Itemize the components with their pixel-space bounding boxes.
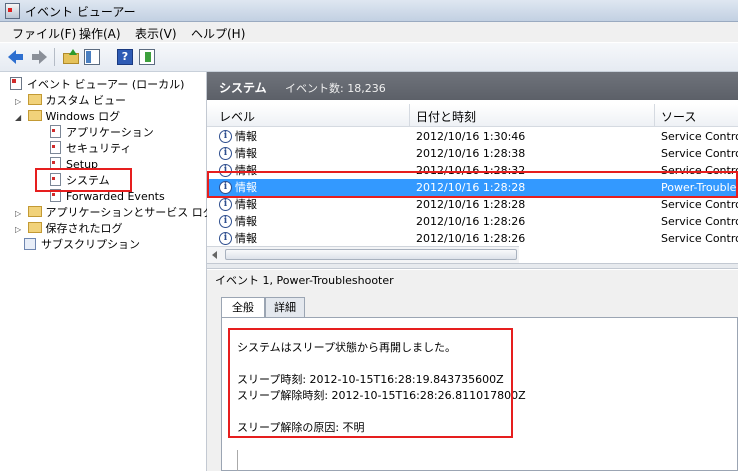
tree-item-app-service-logs[interactable]: ▷ アプリケーションとサービス ログ: [15, 205, 214, 221]
log-icon: [50, 125, 61, 138]
log-header-bar: システム イベント数: 18,236: [207, 72, 738, 100]
console-tree: イベント ビューアー (ローカル) ▷ カスタム ビュー ◢ Windows ロ…: [0, 72, 214, 471]
cell-source: Service Control: [661, 198, 738, 211]
table-row[interactable]: i 情報 2012/10/16 1:30:46 Service Control: [207, 128, 738, 145]
menu-file[interactable]: ファイル(F): [12, 25, 76, 42]
horizontal-scrollbar[interactable]: [207, 246, 519, 263]
annotation-highlight-system: [35, 168, 132, 192]
tree-label: サブスクリプション: [41, 238, 140, 251]
tree-label: アプリケーションとサービス ログ: [45, 206, 214, 219]
annotation-highlight-message: [228, 328, 513, 438]
info-icon: i: [219, 215, 232, 228]
window-title: イベント ビューアー: [25, 5, 136, 19]
show-hide-console-tree-button[interactable]: [84, 49, 100, 65]
table-row[interactable]: i 情報 2012/10/16 1:28:28 Service Control: [207, 196, 738, 213]
up-folder-button[interactable]: [63, 49, 79, 65]
table-row[interactable]: i 情報 2012/10/16 1:28:38 Service Control: [207, 145, 738, 162]
expand-icon[interactable]: ▷: [15, 206, 24, 222]
table-row[interactable]: i 情報 2012/10/16 1:28:26 Service Control: [207, 230, 738, 247]
cell-level: 情報: [235, 130, 257, 143]
column-header-level[interactable]: レベル: [219, 108, 255, 125]
cell-source: Service Control: [661, 215, 738, 228]
table-row[interactable]: i 情報 2012/10/16 1:28:26 Service Control: [207, 213, 738, 230]
cell-level: 情報: [235, 232, 257, 245]
event-detail-pane: イベント 1, Power-Troubleshooter 全般 詳細 システムは…: [207, 270, 738, 471]
tree-item-custom-views[interactable]: ▷ カスタム ビュー: [15, 93, 126, 109]
event-viewer-window: イベント ビューアー ファイル(F) 操作(A) 表示(V) ヘルプ(H) ? …: [0, 0, 738, 471]
toolbar-separator: [54, 48, 55, 66]
event-viewer-icon: [10, 77, 22, 90]
info-icon: i: [219, 130, 232, 143]
folder-icon: [27, 94, 42, 105]
tab-details[interactable]: 詳細: [265, 297, 305, 317]
subscription-icon: [24, 238, 36, 250]
tree-item-root[interactable]: イベント ビューアー (ローカル): [10, 77, 184, 93]
cell-level: 情報: [235, 147, 257, 160]
menu-bar: ファイル(F) 操作(A) 表示(V) ヘルプ(H): [0, 22, 738, 42]
cell-datetime: 2012/10/16 1:28:26: [416, 232, 526, 245]
column-header-source[interactable]: ソース: [661, 108, 696, 125]
column-header-datetime[interactable]: 日付と時刻: [416, 108, 476, 125]
expand-icon[interactable]: ▷: [15, 222, 24, 238]
event-count: イベント数: 18,236: [285, 82, 386, 95]
pane-splitter[interactable]: [207, 263, 738, 269]
cell-level: 情報: [235, 215, 257, 228]
show-hide-action-pane-button[interactable]: [139, 49, 155, 65]
tree-item-security[interactable]: セキュリティ: [50, 141, 131, 157]
menu-help[interactable]: ヘルプ(H): [191, 25, 245, 42]
cell-source: Service Control: [661, 232, 738, 245]
log-icon: [50, 141, 61, 154]
column-divider[interactable]: [409, 104, 410, 126]
cell-datetime: 2012/10/16 1:30:46: [416, 130, 526, 143]
cell-level: 情報: [235, 198, 257, 211]
folder-icon: [27, 206, 42, 217]
event-detail-header: イベント 1, Power-Troubleshooter: [215, 274, 394, 287]
expand-icon[interactable]: ▷: [15, 94, 24, 110]
info-icon: i: [219, 198, 232, 211]
annotation-highlight-selected-row: [207, 171, 738, 198]
cell-datetime: 2012/10/16 1:28:38: [416, 147, 526, 160]
panel-inner-border: [237, 450, 238, 471]
help-button[interactable]: ?: [117, 49, 133, 65]
help-icon: ?: [117, 49, 133, 65]
tree-label: イベント ビューアー (ローカル): [27, 78, 185, 91]
tree-label: アプリケーション: [66, 126, 154, 139]
back-button[interactable]: [8, 49, 24, 65]
toolbar: ?: [0, 43, 738, 72]
menu-view[interactable]: 表示(V): [135, 25, 177, 42]
scrollbar-thumb[interactable]: [225, 249, 517, 260]
tree-label: セキュリティ: [66, 142, 132, 155]
folder-icon: [27, 110, 42, 121]
cell-source: Service Control: [661, 147, 738, 160]
column-divider[interactable]: [654, 104, 655, 126]
event-viewer-app-icon: [5, 3, 20, 19]
event-list-header: レベル 日付と時刻 ソース: [207, 104, 738, 127]
tree-label: カスタム ビュー: [45, 94, 127, 107]
tree-item-subscriptions[interactable]: サブスクリプション: [24, 237, 140, 253]
info-icon: i: [219, 232, 232, 245]
tree-item-saved-logs[interactable]: ▷ 保存されたログ: [15, 221, 123, 237]
folder-icon: [27, 222, 42, 233]
cell-source: Service Control: [661, 130, 738, 143]
info-icon: i: [219, 147, 232, 160]
tree-label: 保存されたログ: [45, 222, 123, 235]
tree-label: Windows ログ: [45, 110, 121, 123]
menu-action[interactable]: 操作(A): [79, 25, 121, 42]
event-list: レベル 日付と時刻 ソース i 情報 2012/10/16 1:30:46 Se…: [207, 102, 738, 263]
forward-arrow-icon: [39, 50, 47, 64]
tree-item-application[interactable]: アプリケーション: [50, 125, 154, 141]
collapse-icon[interactable]: ◢: [15, 110, 24, 126]
tree-item-windows-logs[interactable]: ◢ Windows ログ: [15, 109, 120, 125]
cell-datetime: 2012/10/16 1:28:26: [416, 215, 526, 228]
scroll-left-icon[interactable]: [212, 251, 217, 259]
main-pane: システム イベント数: 18,236 レベル 日付と時刻 ソース i 情報 20…: [207, 72, 738, 471]
title-bar: イベント ビューアー: [0, 0, 738, 22]
forward-button[interactable]: [31, 49, 47, 65]
tab-general[interactable]: 全般: [221, 297, 265, 318]
cell-datetime: 2012/10/16 1:28:28: [416, 198, 526, 211]
log-title: システム: [219, 81, 267, 95]
